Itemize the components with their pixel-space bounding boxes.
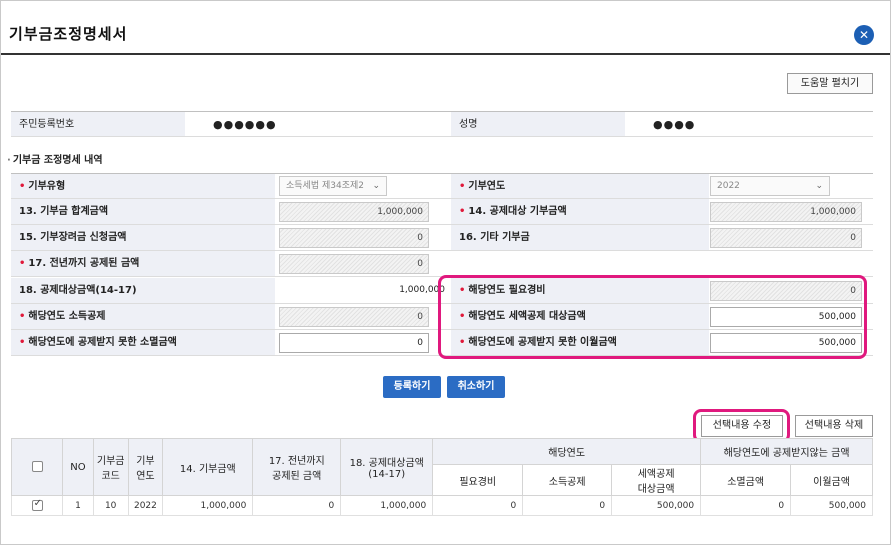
header-amount14: 14. 기부금액 [162, 438, 254, 496]
income-deduction-label: • 해당연도 소득공제 [11, 304, 275, 329]
row-target18: 1,000,000 [340, 495, 434, 516]
donation-table: NO 기부금 코드 기부 연도 14. 기부금액 17. 전년까지 공제된 금액… [10, 438, 873, 516]
other-label: 16. 기타 기부금 [451, 225, 709, 250]
rrn-label: 주민등록번호 [11, 112, 185, 136]
deductible-field: 1,000,000 [710, 202, 862, 222]
header-required-expense: 필요경비 [432, 464, 524, 496]
section-title-text: 기부금 조정명세 내역 [12, 155, 103, 166]
cancel-button[interactable]: 취소하기 [447, 376, 505, 398]
select-all-header[interactable] [10, 438, 64, 496]
highlight-annotation [438, 275, 867, 359]
header-no: NO [62, 438, 94, 496]
table-row[interactable]: 1 10 2022 1,000,000 0 1,000,000 0 0 500,… [10, 495, 873, 516]
scholarship-label: 15. 기부장려금 신청금액 [11, 225, 275, 250]
row-income-deduction: 0 [522, 495, 613, 516]
row-code: 10 [92, 495, 129, 516]
form-row-4: • 17. 전년까지 공제된 금액 [11, 251, 873, 277]
person-info-row: 주민등록번호 ●●●●●● 성명 ●●●● [11, 111, 873, 137]
prev-deducted-field: 0 [279, 254, 429, 274]
prev-deducted-label: • 17. 전년까지 공제된 금액 [11, 251, 275, 276]
total-amount-field: 1,000,000 [279, 202, 429, 222]
extinct-label: • 해당연도에 공제받지 못한 소멸금액 [11, 330, 275, 355]
row-deducted17: 0 [252, 495, 342, 516]
header-income-deduction: 소득공제 [522, 464, 613, 496]
chevron-down-icon: ⌄ [372, 181, 380, 191]
header-code: 기부금 코드 [92, 438, 129, 496]
other-field: 0 [710, 228, 862, 248]
donation-type-select[interactable]: 소득세법 제34조제2 ⌄ [279, 176, 387, 196]
name-value: ●●●● [625, 112, 873, 136]
row-select-cell[interactable] [10, 495, 64, 516]
select-all-checkbox[interactable] [31, 461, 43, 473]
header-not-deducted: 해당연도에 공제받지않는 금액 [700, 438, 873, 465]
register-button[interactable]: 등록하기 [383, 376, 441, 398]
close-icon[interactable]: ✕ [854, 25, 874, 45]
scholarship-field: 0 [279, 228, 429, 248]
row-required-expense: 0 [432, 495, 524, 516]
row-tax-credit: 500,000 [611, 495, 702, 516]
header-current-year: 해당연도 [432, 438, 702, 465]
total-amount-label: 13. 기부금 합계금액 [11, 199, 275, 224]
row-year: 2022 [127, 495, 164, 516]
dialog-title: 기부금조정명세서 [9, 25, 128, 43]
rrn-value: ●●●●●● [185, 112, 451, 136]
row-checkbox[interactable] [31, 498, 43, 511]
row-no: 1 [62, 495, 94, 516]
header-extinct: 소멸금액 [700, 464, 792, 496]
header-deducted17: 17. 전년까지 공제된 금액 [252, 438, 342, 496]
target-amount-label: 18. 공제대상금액(14-17) [11, 278, 275, 303]
donation-type-label: • 기부유형 [11, 174, 275, 198]
row-carryover: 500,000 [790, 495, 873, 516]
name-label: 성명 [451, 112, 625, 136]
table-header-row: NO 기부금 코드 기부 연도 14. 기부금액 17. 전년까지 공제된 금액… [10, 438, 873, 496]
income-deduction-field: 0 [279, 307, 429, 327]
donation-year-select[interactable]: 2022 ⌄ [710, 176, 830, 196]
extinct-input[interactable]: 0 [279, 333, 429, 353]
header-year: 기부 연도 [127, 438, 164, 496]
header-carryover: 이월금액 [790, 464, 873, 496]
delete-selected-button[interactable]: 선택내용 삭제 [795, 415, 873, 437]
chevron-down-icon: ⌄ [815, 181, 823, 191]
dialog-window: 기부금조정명세서 ✕ 도움말 펼치기 주민등록번호 ●●●●●● 성명 ●●●●… [0, 0, 891, 545]
row-extinct: 0 [700, 495, 792, 516]
deductible-label: • 14. 공제대상 기부금액 [451, 199, 709, 224]
row-amount14: 1,000,000 [162, 495, 254, 516]
section-title: · 기부금 조정명세 내역 [7, 155, 103, 166]
dialog-titlebar: 기부금조정명세서 ✕ [1, 1, 890, 55]
help-expand-button[interactable]: 도움말 펼치기 [787, 73, 873, 94]
donation-year-label: • 기부연도 [451, 174, 709, 198]
header-tax-credit: 세액공제 대상금액 [611, 464, 702, 496]
header-target18: 18. 공제대상금액 (14-17) [340, 438, 434, 496]
target-amount-value: 1,000,000 [275, 278, 451, 303]
